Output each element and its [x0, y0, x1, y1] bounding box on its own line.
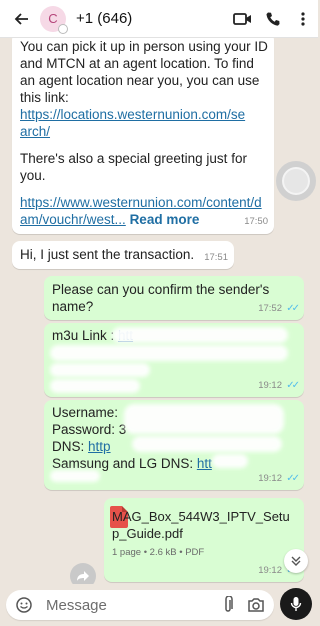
document-meta: 1 page • 2.6 kB • PDF	[112, 547, 205, 558]
chat-area[interactable]: You can pick it up in person using your …	[0, 38, 318, 584]
forward-icon[interactable]	[70, 563, 96, 584]
avatar[interactable]: C	[40, 5, 68, 34]
read-receipt-icon: ✓✓	[286, 380, 300, 391]
message-time: 17:50	[244, 216, 268, 227]
message-input[interactable]: Message	[46, 597, 214, 614]
message-text: Please can you confirm the sender's name…	[52, 282, 270, 314]
emoji-icon[interactable]	[10, 597, 38, 613]
read-receipt-icon: ✓✓	[286, 473, 300, 484]
message-outgoing[interactable]: Please can you confirm the sender's name…	[44, 276, 304, 320]
camera-icon[interactable]	[242, 597, 270, 613]
samsung-dns-label: Samsung and LG DNS:	[52, 456, 194, 471]
scroll-down-icon[interactable]	[284, 549, 308, 573]
video-call-icon[interactable]	[228, 11, 258, 27]
redaction	[50, 379, 140, 393]
floating-bubble-icon[interactable]	[276, 161, 316, 201]
microphone-icon[interactable]	[280, 588, 312, 620]
redaction	[50, 363, 150, 377]
contact-name[interactable]: +1 (646)	[76, 10, 228, 27]
message-text: Hi, I just sent the transaction.	[20, 247, 195, 262]
redaction	[132, 436, 282, 452]
redaction	[212, 454, 248, 468]
back-arrow-icon[interactable]	[8, 11, 36, 27]
message-text: You can pick it up in person using your …	[20, 39, 268, 105]
message-time: 19:12	[258, 565, 282, 576]
read-receipt-icon: ✓✓	[286, 303, 300, 314]
location-link[interactable]: https://locations.westernunion.com/searc…	[20, 106, 248, 140]
dns-link[interactable]: http	[88, 439, 111, 454]
document-name[interactable]: MAG_Box_544W3_IPTV_Setup_Guide.pdf	[112, 508, 296, 542]
dns-label: DNS:	[52, 439, 85, 454]
phone-icon[interactable]	[258, 11, 288, 27]
attach-icon[interactable]	[214, 596, 242, 614]
username-line: Username:	[52, 405, 119, 420]
redaction	[50, 345, 288, 361]
chat-header: C +1 (646)	[0, 0, 318, 38]
message-time: 19:12	[258, 473, 282, 484]
message-text: There's also a special greeting just for…	[20, 151, 247, 183]
message-outgoing[interactable]: Username: Password: 3 DNS: http Samsung …	[44, 400, 304, 490]
read-more-link[interactable]: Read more	[130, 212, 200, 227]
message-input-bar[interactable]: Message	[6, 590, 274, 620]
avatar-letter: C	[48, 11, 58, 26]
redaction	[124, 404, 284, 434]
message-incoming[interactable]: You can pick it up in person using your …	[12, 38, 274, 234]
message-incoming[interactable]: Hi, I just sent the transaction. 17:51	[12, 241, 234, 269]
message-label: m3u Link :	[52, 328, 115, 343]
message-time: 17:51	[204, 252, 228, 263]
redaction	[50, 470, 100, 482]
message-time: 19:12	[258, 380, 282, 391]
samsung-dns-link[interactable]: htt	[197, 456, 212, 471]
message-outgoing[interactable]: m3u Link : htt 19:12 ✓✓	[44, 323, 304, 397]
password-line: Password: 3	[52, 422, 127, 437]
status-icon	[58, 23, 68, 34]
redaction	[112, 327, 288, 343]
more-vertical-icon[interactable]	[288, 11, 318, 27]
message-outgoing-document[interactable]: MAG_Box_544W3_IPTV_Setup_Guide.pdf 1 pag…	[104, 498, 304, 582]
message-time: 17:52	[258, 303, 282, 314]
